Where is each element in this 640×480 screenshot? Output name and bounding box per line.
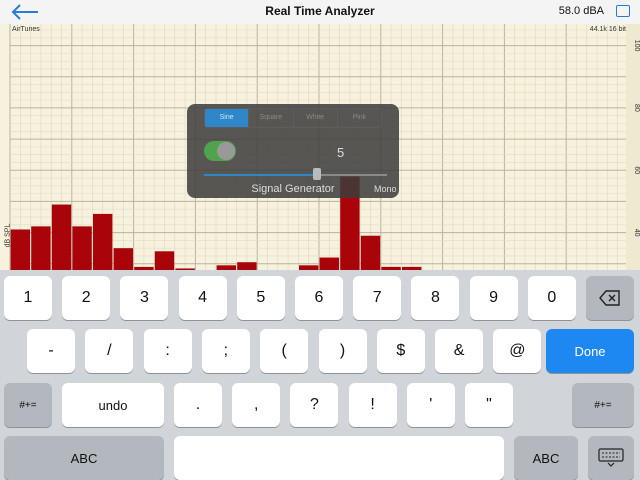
- key-comma[interactable]: ,: [232, 383, 281, 427]
- spectrum-bar: [51, 204, 72, 270]
- spectrum-bar: [319, 257, 339, 270]
- spectrum-bar: [93, 213, 113, 270]
- key-question[interactable]: ?: [290, 383, 339, 427]
- key-exclamation[interactable]: !: [348, 383, 397, 427]
- key-8[interactable]: 8: [411, 276, 460, 320]
- generator-toggle[interactable]: [204, 141, 236, 161]
- app-window: Real Time Analyzer 58.0 dBA 100 80 60 40 Ai…: [0, 0, 640, 480]
- y-tick-label: 60: [633, 166, 640, 174]
- backspace-glyph: [599, 290, 620, 306]
- more-symbols-key-left[interactable]: #+=: [4, 383, 52, 427]
- key-4[interactable]: 4: [178, 276, 227, 320]
- key-paren-close[interactable]: ): [318, 329, 367, 373]
- key-7[interactable]: 7: [353, 276, 402, 320]
- share-icon[interactable]: [616, 5, 630, 17]
- sample-rate-label: 44.1k 16 bit: [589, 26, 626, 33]
- generator-slider[interactable]: [204, 168, 387, 180]
- spectrum-bar: [237, 262, 257, 270]
- keyboard-glyph: [598, 448, 624, 467]
- spectrum-bar: [31, 226, 51, 270]
- waveform-tab-white[interactable]: White: [294, 109, 338, 127]
- key-5[interactable]: 5: [236, 276, 285, 320]
- done-button[interactable]: Done: [546, 329, 634, 373]
- key-6[interactable]: 6: [295, 276, 343, 320]
- slider-fill: [204, 174, 318, 176]
- spectrum-bar: [113, 248, 133, 270]
- generator-title: Signal Generator: [251, 183, 335, 195]
- key-minus[interactable]: -: [27, 329, 75, 373]
- key-ampersand[interactable]: &: [435, 329, 484, 373]
- page-title: Real Time Analyzer: [265, 4, 375, 18]
- y-tick-label: 40: [633, 229, 640, 237]
- key-at[interactable]: @: [493, 329, 542, 373]
- more-symbols-key-right[interactable]: #+=: [572, 383, 634, 427]
- key-semicolon[interactable]: ;: [201, 329, 250, 373]
- level-readout: 58.0 dBA: [558, 5, 604, 17]
- key-apostrophe[interactable]: ': [406, 383, 455, 427]
- y-tick-label: 100: [633, 40, 640, 52]
- key-quote[interactable]: ": [465, 383, 513, 427]
- slider-thumb[interactable]: [313, 168, 322, 180]
- waveform-tab-sine[interactable]: Sine: [205, 109, 250, 127]
- key-period[interactable]: .: [174, 383, 222, 427]
- y-axis-label: dB SPL: [4, 223, 12, 248]
- key-3[interactable]: 3: [120, 276, 169, 320]
- spectrum-bar: [72, 226, 92, 270]
- key-colon[interactable]: :: [143, 329, 192, 373]
- spectrum-bar: [360, 235, 381, 270]
- abc-key-right[interactable]: ABC: [514, 436, 578, 480]
- toggle-knob: [217, 142, 235, 160]
- key-dollar[interactable]: $: [376, 329, 425, 373]
- keyboard: 1 2 3 4 5 6 7 8 9 0- /:;() $ & @ Done #+= undo.,?! ' " #+= A…: [0, 270, 640, 480]
- source-label: AirTunes: [12, 26, 40, 33]
- spectrum-bar: [10, 229, 30, 270]
- spectrum-bar: [154, 251, 175, 270]
- key-0[interactable]: 0: [527, 276, 576, 320]
- key-paren-open[interactable]: (: [260, 329, 309, 373]
- key-1[interactable]: 1: [4, 276, 52, 320]
- backspace-icon[interactable]: [586, 276, 634, 320]
- key-9[interactable]: 9: [469, 276, 518, 320]
- waveform-tab-square[interactable]: Square: [249, 109, 294, 127]
- waveform-tab-pink[interactable]: Pink: [338, 109, 381, 127]
- abc-key-left[interactable]: ABC: [4, 436, 164, 480]
- channel-label[interactable]: Mono: [374, 184, 397, 194]
- signal-generator-panel: Sine Square White Pink 5 Signal Generator M…: [187, 104, 399, 198]
- y-tick-label: 80: [633, 104, 640, 112]
- key-slash[interactable]: /: [85, 329, 134, 373]
- key-2[interactable]: 2: [62, 276, 111, 320]
- waveform-tabs: Sine Square White Pink: [204, 108, 382, 128]
- undo-key[interactable]: undo: [62, 383, 164, 427]
- top-bar: Real Time Analyzer 58.0 dBA: [0, 0, 640, 25]
- keyboard-dismiss-icon[interactable]: [588, 436, 634, 480]
- generator-value: 5: [337, 145, 345, 160]
- space-key[interactable]: [174, 436, 504, 480]
